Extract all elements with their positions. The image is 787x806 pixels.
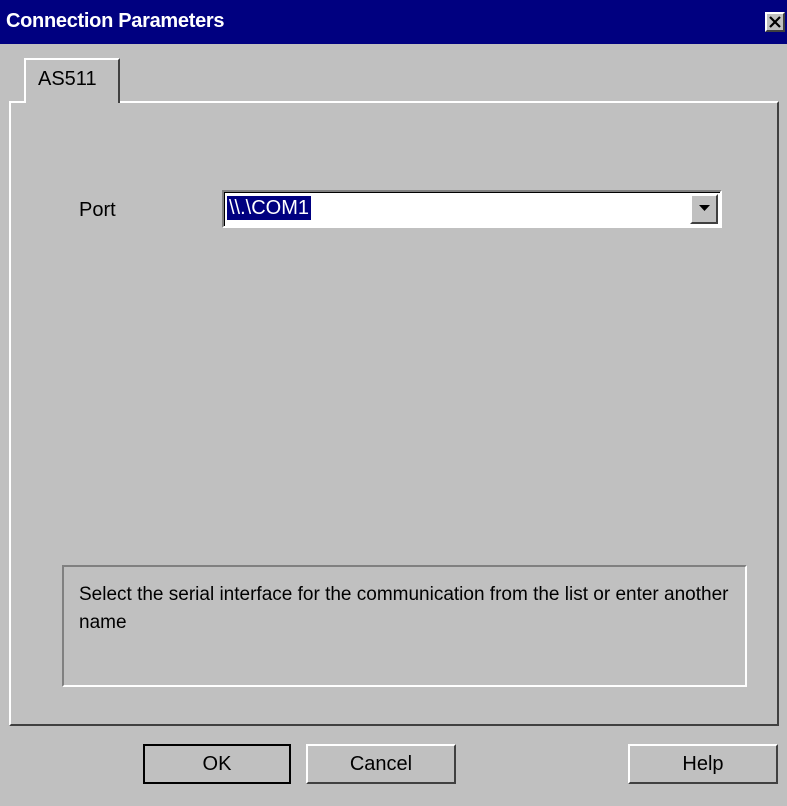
chevron-down-icon <box>699 205 710 211</box>
port-combobox[interactable]: \\.\COM1 <box>222 190 722 228</box>
close-icon <box>769 16 781 28</box>
tab-as511[interactable]: AS511 <box>24 58 120 103</box>
ok-button[interactable]: OK <box>143 744 291 784</box>
description-text: Select the serial interface for the comm… <box>79 584 729 633</box>
help-button[interactable]: Help <box>628 744 778 784</box>
port-label: Port <box>79 199 116 221</box>
port-combobox-field[interactable]: \\.\COM1 <box>224 192 720 226</box>
tab-label: AS511 <box>38 68 97 90</box>
description-box: Select the serial interface for the comm… <box>62 565 747 687</box>
title-bar[interactable]: Connection Parameters <box>0 0 787 44</box>
window-title: Connection Parameters <box>6 10 225 32</box>
cancel-button[interactable]: Cancel <box>306 744 456 784</box>
port-dropdown-button[interactable] <box>690 194 718 224</box>
port-value[interactable]: \\.\COM1 <box>227 196 312 220</box>
close-button[interactable] <box>765 12 785 32</box>
